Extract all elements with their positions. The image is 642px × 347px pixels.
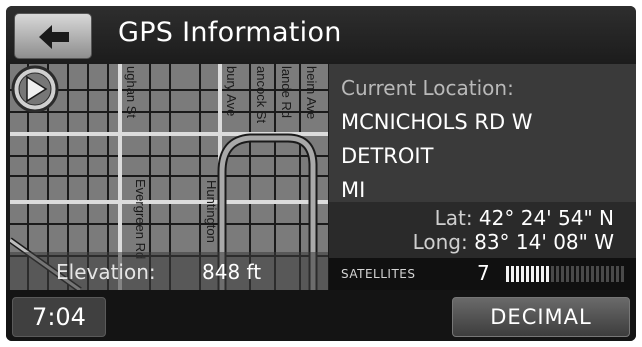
signal-bar: [556, 266, 559, 282]
location-panel: Current Location: MCNICHOLS RD W DETROIT…: [329, 64, 636, 258]
latitude-label: Lat:: [434, 206, 473, 230]
city-name: DETROIT: [341, 144, 434, 168]
gps-screen: GPS Information ughan St Evergreen Rd Hu…: [6, 6, 636, 341]
elevation-value: 848 ft: [202, 260, 262, 284]
back-button[interactable]: [14, 13, 92, 59]
coordinates-box: Lat: 42° 24' 54" N Long: 83° 14' 08" W: [329, 202, 636, 258]
signal-bar: [621, 266, 624, 282]
bottom-bar: 7:04 DECIMAL: [6, 290, 636, 341]
signal-bar: [566, 266, 569, 282]
street-label: ughan St: [124, 66, 139, 118]
latitude-row: Lat: 42° 24' 54" N: [435, 206, 614, 230]
longitude-value: 83° 14' 08" W: [474, 230, 614, 254]
signal-bar: [531, 266, 534, 282]
state-name: MI: [341, 178, 366, 202]
signal-bar: [611, 266, 614, 282]
signal-bar: [586, 266, 589, 282]
satellites-row: SATELLITES 7: [329, 258, 636, 290]
signal-bar: [521, 266, 524, 282]
signal-bar: [591, 266, 594, 282]
signal-bar: [516, 266, 519, 282]
clock-button[interactable]: 7:04: [12, 297, 106, 337]
satellites-label: SATELLITES: [341, 267, 416, 281]
signal-bar: [596, 266, 599, 282]
signal-bar: [571, 266, 574, 282]
title-bar: GPS Information: [6, 6, 636, 64]
signal-bar: [536, 266, 539, 282]
elevation-bar: Elevation: 848 ft: [10, 252, 328, 290]
longitude-label: Long:: [412, 230, 468, 254]
latitude-value: 42° 24' 54" N: [478, 206, 614, 230]
signal-bar: [506, 266, 509, 282]
satellites-count: 7: [477, 261, 490, 285]
current-location-label: Current Location:: [341, 76, 514, 100]
elevation-label: Elevation:: [56, 260, 156, 284]
vehicle-position-arrow-icon: [11, 65, 59, 113]
signal-bar: [541, 266, 544, 282]
signal-bar: [606, 266, 609, 282]
signal-bar: [551, 266, 554, 282]
street-label: Evergreen Rd: [133, 179, 148, 259]
page-title: GPS Information: [118, 17, 342, 48]
map-view[interactable]: ughan St Evergreen Rd Huntington bury Av…: [10, 64, 328, 290]
signal-bar: [511, 266, 514, 282]
satellite-signal-meter: [506, 266, 624, 282]
street-label: heim Ave: [304, 66, 319, 119]
arrow-left-icon: [39, 25, 69, 49]
longitude-row: Long: 83° 14' 08" W: [413, 230, 614, 254]
signal-bar: [581, 266, 584, 282]
street-label: bury Ave: [224, 66, 239, 116]
decimal-button[interactable]: DECIMAL: [452, 297, 630, 337]
signal-bar: [576, 266, 579, 282]
street-label: Huntington: [204, 180, 219, 243]
street-name: MCNICHOLS RD W: [341, 110, 533, 134]
signal-bar: [526, 266, 529, 282]
street-label: lande Rd: [279, 66, 294, 118]
street-label: ancock St: [254, 66, 269, 123]
signal-bar: [546, 266, 549, 282]
signal-bar: [561, 266, 564, 282]
signal-bar: [601, 266, 604, 282]
signal-bar: [616, 266, 619, 282]
